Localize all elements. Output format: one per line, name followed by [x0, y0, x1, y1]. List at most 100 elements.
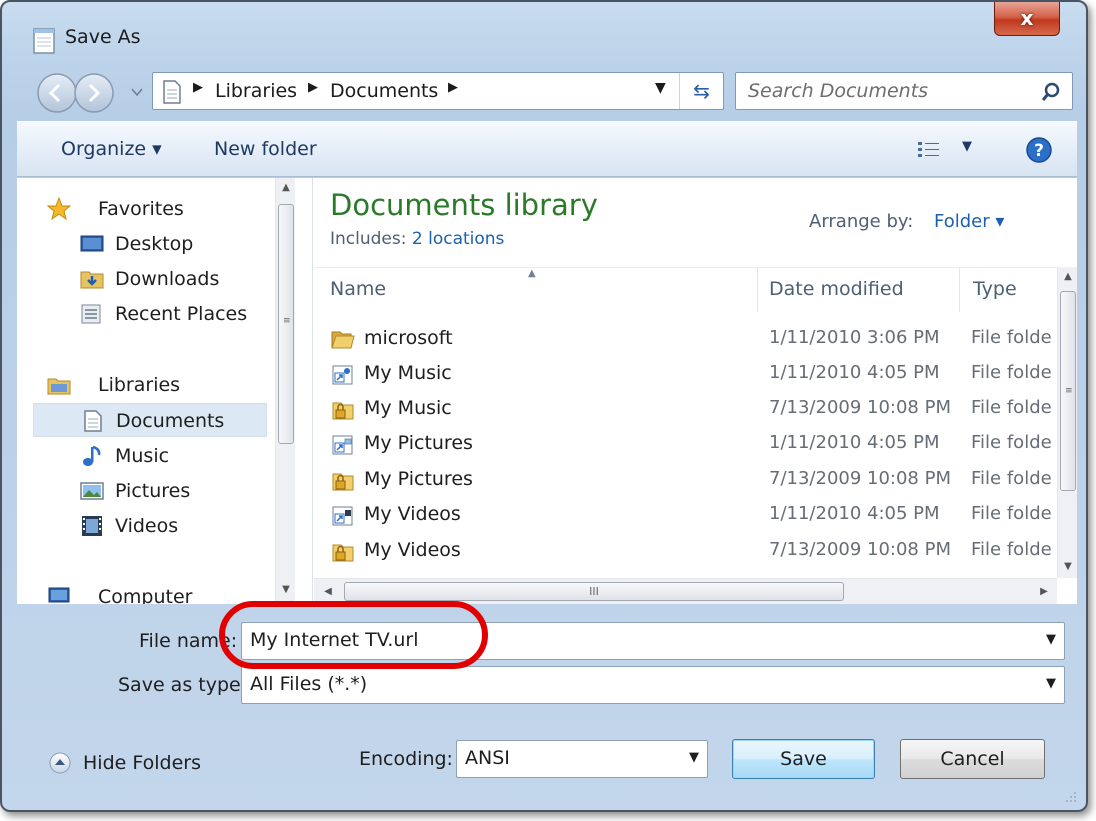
close-button[interactable]: x	[994, 2, 1060, 36]
column-type[interactable]: Type	[973, 278, 1017, 300]
table-row[interactable]: My Music 1/11/2010 4:05 PM File folder	[314, 356, 1057, 391]
sidebar-item-music[interactable]: Music	[17, 439, 267, 473]
locations-link[interactable]: 2 locations	[412, 229, 505, 249]
new-folder-button[interactable]: New folder	[214, 138, 317, 160]
views-dropdown-icon[interactable]: ▼	[962, 139, 972, 154]
window-title: Save As	[65, 26, 141, 48]
table-row[interactable]: My Pictures 1/11/2010 4:05 PM File folde…	[314, 426, 1057, 461]
save-as-dialog: Save As x ▶ Libraries ▶ Documents ▶ ▼ ⇆ …	[0, 0, 1088, 812]
sidebar-label: Libraries	[98, 374, 181, 396]
sidebar-label: Computer	[98, 586, 193, 604]
refresh-icon[interactable]: ⇆	[679, 73, 723, 109]
sidebar-item-computer[interactable]: Computer	[17, 580, 267, 604]
table-row[interactable]: My Music 7/13/2009 10:08 PM File folder	[314, 391, 1057, 426]
views-icon[interactable]	[917, 140, 941, 160]
file-date: 7/13/2009 10:08 PM	[769, 468, 951, 489]
cancel-button[interactable]: Cancel	[900, 739, 1045, 779]
sidebar-item-desktop[interactable]: Desktop	[17, 227, 267, 261]
breadcrumb-arrow-icon[interactable]: ▶	[448, 80, 458, 95]
file-name: My Pictures	[364, 432, 473, 454]
arrange-by-label: Arrange by:	[809, 211, 914, 232]
search-icon[interactable]	[1040, 81, 1062, 103]
scroll-thumb[interactable]: ≡	[278, 204, 294, 444]
chevron-down-icon[interactable]: ▼	[1046, 676, 1056, 691]
library-includes: Includes: 2 locations	[330, 229, 504, 249]
hide-folders-button[interactable]: Hide Folders	[48, 748, 228, 780]
desktop-icon	[80, 235, 104, 252]
back-forward-buttons[interactable]	[32, 69, 152, 115]
address-dropdown-icon[interactable]: ▼	[655, 80, 666, 96]
file-list-scrollbar[interactable]: ▲ ≡ ▼	[1057, 267, 1077, 578]
notepad-icon	[33, 28, 55, 54]
scroll-thumb[interactable]: ≡	[1060, 291, 1076, 491]
breadcrumb-arrow-icon[interactable]: ▶	[193, 80, 203, 95]
column-name[interactable]: Name	[330, 278, 386, 300]
file-name: My Videos	[364, 503, 461, 525]
search-input[interactable]	[748, 80, 1028, 102]
page-icon	[163, 80, 181, 104]
breadcrumb-arrow-icon[interactable]: ▶	[308, 80, 318, 95]
folder-icon	[331, 331, 355, 349]
downloads-folder-icon	[80, 271, 104, 289]
recent-places-icon	[81, 304, 101, 324]
arrange-by-dropdown[interactable]: Folder ▾	[934, 211, 1004, 232]
sort-ascending-icon: ▲	[528, 268, 536, 279]
column-date-modified[interactable]: Date modified	[769, 278, 904, 300]
pictures-shortcut-icon	[332, 435, 353, 455]
scroll-thumb[interactable]: III	[344, 582, 844, 601]
file-date: 1/11/2010 3:06 PM	[769, 327, 940, 348]
breadcrumb-libraries[interactable]: Libraries	[215, 80, 297, 102]
organize-button[interactable]: Organize ▾	[61, 138, 162, 160]
column-header: ▲ Name Date modified Type	[314, 267, 1057, 312]
horizontal-scrollbar[interactable]: ◀ III ▶	[314, 578, 1057, 604]
sidebar-item-libraries[interactable]: Libraries	[17, 368, 267, 402]
sidebar-label: Recent Places	[115, 303, 248, 325]
scroll-left-icon[interactable]: ◀	[318, 582, 338, 602]
file-name: microsoft	[364, 327, 453, 349]
save-button[interactable]: Save	[732, 739, 875, 779]
sidebar-item-recent-places[interactable]: Recent Places	[17, 297, 267, 331]
save-type-value[interactable]: All Files (*.*)	[250, 673, 367, 695]
table-row[interactable]: microsoft 1/11/2010 3:06 PM File folder	[314, 321, 1057, 356]
file-date: 1/11/2010 4:05 PM	[769, 432, 940, 453]
search-box[interactable]	[735, 72, 1073, 110]
resize-grip-icon[interactable]	[1064, 790, 1078, 804]
file-name: My Pictures	[364, 468, 473, 490]
sidebar-item-pictures[interactable]: Pictures	[17, 474, 267, 508]
scroll-down-icon[interactable]: ▼	[1058, 557, 1077, 577]
save-type-select[interactable]: All Files (*.*) ▼	[241, 666, 1065, 704]
scroll-right-icon[interactable]: ▶	[1034, 582, 1054, 602]
breadcrumb-documents[interactable]: Documents	[330, 80, 438, 102]
sidebar-item-documents[interactable]: Documents	[33, 403, 267, 437]
collapse-icon	[49, 752, 71, 774]
sidebar-label: Music	[115, 445, 170, 467]
scroll-up-icon[interactable]: ▲	[1058, 267, 1077, 287]
chevron-down-icon[interactable]: ▼	[689, 750, 699, 765]
address-bar[interactable]: ▶ Libraries ▶ Documents ▶ ▼ ⇆	[152, 72, 724, 110]
file-type: File folder	[971, 539, 1051, 560]
file-name-field[interactable]: My Internet TV.url ▼	[241, 622, 1065, 660]
column-divider[interactable]	[959, 268, 960, 312]
file-name: My Videos	[364, 539, 461, 561]
nav-pane-scrollbar[interactable]: ▲ ≡ ▼	[275, 178, 295, 604]
scroll-up-icon[interactable]: ▲	[276, 178, 296, 198]
help-icon[interactable]: ?	[1025, 136, 1053, 164]
chevron-down-icon[interactable]: ▼	[1046, 632, 1056, 647]
navigation-pane[interactable]: Favorites Desktop Downloads Recent Place…	[17, 178, 313, 604]
title-bar[interactable]: Save As x	[2, 2, 1086, 62]
encoding-select[interactable]: ANSI ▼	[456, 740, 708, 778]
encoding-value[interactable]: ANSI	[465, 747, 510, 769]
table-row[interactable]: My Videos 1/11/2010 4:05 PM File folder	[314, 497, 1057, 532]
table-row[interactable]: My Pictures 7/13/2009 10:08 PM File fold…	[314, 462, 1057, 497]
pictures-icon	[80, 482, 104, 500]
file-name-value[interactable]: My Internet TV.url	[250, 629, 419, 651]
column-divider[interactable]	[757, 268, 758, 312]
table-row[interactable]: My Videos 7/13/2009 10:08 PM File folder	[314, 533, 1057, 568]
sidebar-item-videos[interactable]: Videos	[17, 509, 267, 543]
file-type: File folder	[971, 503, 1051, 524]
sidebar-item-favorites[interactable]: Favorites	[17, 192, 267, 226]
sidebar-item-downloads[interactable]: Downloads	[17, 262, 267, 296]
file-pane[interactable]: Documents library Includes: 2 locations …	[314, 178, 1077, 604]
scroll-down-icon[interactable]: ▼	[276, 580, 296, 600]
file-date: 7/13/2009 10:08 PM	[769, 397, 951, 418]
